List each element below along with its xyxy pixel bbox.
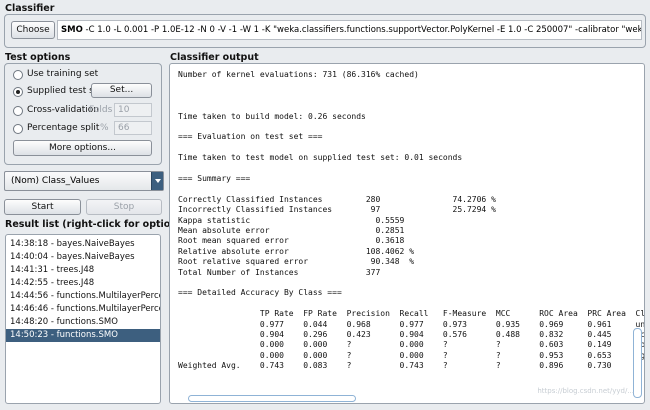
- output-line: Total Number of Instances 377: [178, 267, 381, 277]
- class-select-value: (Nom) Class_Values: [11, 176, 100, 186]
- output-text: Number of kernel evaluations: 731 (86.31…: [170, 70, 644, 370]
- result-list-items: 14:38:18 - bayes.NaiveBayes 14:40:04 - ba…: [6, 238, 160, 348]
- use-training-set-label: Use training set: [27, 69, 99, 79]
- result-list-item[interactable]: 14:50:23 - functions.SMO: [6, 329, 160, 342]
- dropdown-arrow-icon: [151, 172, 163, 190]
- folds-label: Folds: [89, 105, 113, 115]
- output-horizontal-scrollbar[interactable]: [188, 395, 356, 402]
- output-line: 0.000 0.000 ? 0.000 ? ? 0.953 0.653 vg: [178, 350, 645, 360]
- folds-input[interactable]: 10: [114, 103, 152, 117]
- class-select[interactable]: (Nom) Class_Values: [4, 171, 164, 191]
- output-line: Number of kernel evaluations: 731 (86.31…: [178, 70, 419, 79]
- choose-button[interactable]: Choose: [11, 21, 55, 39]
- result-list-item[interactable]: 14:44:56 - functions.MultilayerPerceptro…: [6, 290, 160, 303]
- output-line: Time taken to test model on supplied tes…: [178, 153, 463, 163]
- output-line: Weighted Avg. 0.743 0.083 ? 0.743 ? ? 0.…: [178, 361, 612, 371]
- start-button[interactable]: Start: [4, 199, 81, 215]
- result-list-item[interactable]: 14:48:20 - functions.SMO: [6, 316, 160, 329]
- set-test-set-button[interactable]: Set...: [91, 83, 152, 98]
- test-options-label: Test options: [5, 52, 71, 63]
- classifier-options-text: -C 1.0 -L 0.001 -P 1.0E-12 -N 0 -V -1 -W…: [85, 25, 642, 35]
- output-line: TP Rate FP Rate Precision Recall F-Measu…: [178, 309, 645, 319]
- output-line: 0.904 0.296 0.423 0.904 0.576 0.488 0.83…: [178, 330, 645, 339]
- percent-input[interactable]: 66: [114, 121, 152, 135]
- classifier-output-panel[interactable]: Number of kernel evaluations: 731 (86.31…: [169, 63, 645, 404]
- percentage-split-radio[interactable]: [13, 124, 23, 134]
- percent-label: %: [100, 123, 109, 133]
- output-line: Incorrectly Classified Instances 97 25.7…: [178, 205, 496, 215]
- output-line: Root relative squared error 90.348 %: [178, 257, 415, 267]
- output-line: === Summary ===: [178, 174, 251, 183]
- result-list-item[interactable]: 14:40:04 - bayes.NaiveBayes: [6, 251, 160, 264]
- output-line: Time taken to build model: 0.26 seconds: [178, 111, 366, 121]
- output-line: 0.977 0.044 0.968 0.977 0.973 0.935 0.96…: [178, 319, 645, 329]
- result-list[interactable]: 14:38:18 - bayes.NaiveBayes 14:40:04 - ba…: [5, 234, 161, 404]
- classifier-name: SMO: [61, 25, 83, 35]
- output-vertical-scrollbar[interactable]: [633, 328, 642, 398]
- result-list-item[interactable]: 14:41:31 - trees.J48: [6, 264, 160, 277]
- output-line: Relative absolute error 108.4062 %: [178, 246, 415, 256]
- use-training-set-radio[interactable]: [13, 70, 23, 80]
- output-line: Mean absolute error 0.2851: [178, 226, 405, 235]
- watermark: https://blog.csdn.net/yyd/...: [537, 387, 634, 395]
- supplied-test-set-radio[interactable]: [13, 87, 23, 97]
- output-line: 0.000 0.000 ? 0.000 ? ? 0.603 0.149 go: [178, 340, 645, 350]
- result-list-item[interactable]: 14:42:55 - trees.J48: [6, 277, 160, 290]
- output-line: === Detailed Accuracy By Class ===: [178, 288, 342, 298]
- output-line: Root mean squared error 0.3618: [178, 236, 405, 246]
- result-list-label: Result list (right-click for options): [5, 219, 188, 230]
- output-line: Correctly Classified Instances 280 74.27…: [178, 194, 496, 204]
- classifier-section-label: Classifier: [5, 3, 55, 14]
- percentage-split-label: Percentage split: [27, 123, 100, 133]
- output-line: Kappa statistic 0.5559: [178, 215, 405, 225]
- stop-button[interactable]: Stop: [86, 199, 162, 215]
- classifier-options-field[interactable]: SMO -C 1.0 -L 0.001 -P 1.0E-12 -N 0 -V -…: [57, 20, 642, 40]
- output-line: === Evaluation on test set ===: [178, 132, 323, 142]
- cross-validation-radio[interactable]: [13, 106, 23, 116]
- result-list-item[interactable]: 14:38:18 - bayes.NaiveBayes: [6, 238, 160, 251]
- result-list-item[interactable]: 14:46:46 - functions.MultilayerPerceptro…: [6, 303, 160, 316]
- more-options-button[interactable]: More options...: [13, 140, 152, 156]
- classifier-output-label: Classifier output: [170, 52, 259, 63]
